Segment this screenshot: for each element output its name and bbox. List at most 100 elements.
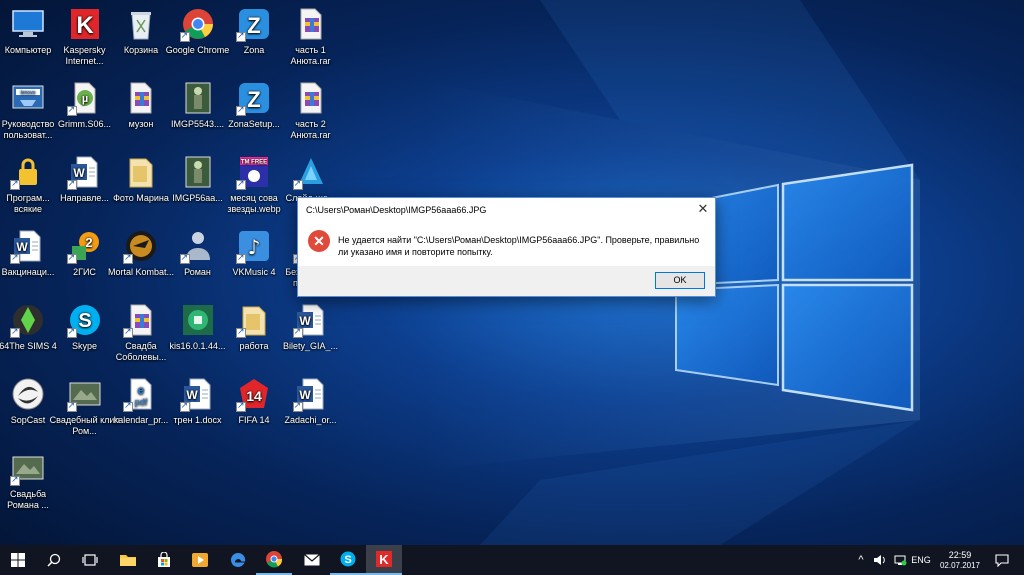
fifa-icon: 14 (236, 376, 272, 412)
search-button[interactable] (36, 545, 72, 575)
shortcut-arrow-icon (66, 252, 77, 264)
shortcut-arrow-icon (236, 252, 246, 264)
rar-archive-icon (123, 302, 159, 338)
desktop-icon[interactable]: часть 2 Анюта.rar (276, 76, 346, 150)
computer-icon (10, 6, 46, 42)
word-doc-icon: W (179, 376, 216, 412)
rar-archive-icon (123, 80, 159, 116)
svg-text:Z: Z (247, 87, 260, 112)
media-player-icon (192, 553, 208, 567)
svg-text:Z: Z (247, 13, 260, 38)
shortcut-arrow-icon (10, 474, 20, 486)
ok-button[interactable]: OK (655, 272, 705, 289)
svg-text:e: e (138, 383, 145, 397)
desktop-icon[interactable]: Свадьба Романа ... (0, 446, 63, 520)
file-explorer-icon (120, 555, 136, 566)
desktop-icon[interactable]: W Bilety_GIA_... (276, 298, 346, 372)
desktop-icon-label: Свадьба Романа ... (7, 489, 49, 510)
shortcut-arrow-icon (236, 104, 246, 116)
slideshow-icon (292, 154, 329, 190)
volume-button[interactable] (870, 545, 888, 575)
shortcut-arrow-icon (123, 252, 133, 264)
webp-image-icon: TM FREE (236, 154, 272, 190)
task-view-button[interactable] (72, 545, 108, 575)
word-doc-icon: W (292, 302, 329, 338)
svg-text:K: K (379, 552, 389, 567)
rar-archive-icon (293, 80, 329, 116)
taskbar-media-player[interactable] (182, 545, 218, 575)
desktop-icon[interactable]: W Zadachi_or... (276, 372, 346, 446)
desktop-icon[interactable]: часть 1 Анюта.rar (276, 2, 346, 76)
word-doc-icon: W (66, 154, 103, 190)
svg-text:pdf: pdf (135, 397, 148, 407)
close-icon[interactable]: ✕ (695, 201, 711, 217)
shortcut-arrow-icon (66, 400, 77, 412)
taskbar-edge[interactable] (220, 545, 256, 575)
svg-text:lenovo: lenovo (21, 90, 36, 96)
zona-icon: Z (236, 80, 272, 116)
utorrent-icon: µ (66, 80, 103, 116)
clock-date: 02.07.2017 (939, 560, 981, 570)
recycle-bin-icon (123, 6, 159, 42)
action-center-button[interactable] (990, 545, 1014, 575)
shortcut-arrow-icon (179, 400, 190, 412)
chevron-up-icon: ^ (858, 554, 864, 566)
clock-time: 22:59 (948, 549, 972, 560)
video-icon (66, 376, 103, 412)
vkmusic-icon: ♪ (236, 228, 272, 264)
shortcut-arrow-icon (292, 178, 303, 190)
notification-icon (995, 553, 1009, 567)
desktop-icon-label: часть 2 Анюта.rar (290, 119, 331, 140)
taskbar-store[interactable] (146, 545, 182, 575)
skype-icon: S (66, 302, 103, 338)
store-icon (158, 552, 170, 567)
sopcast-icon (10, 376, 46, 412)
shortcut-arrow-icon (10, 252, 20, 264)
windows-start-icon (11, 553, 25, 567)
shortcut-arrow-icon (10, 178, 20, 190)
shortcut-arrow-icon (66, 104, 77, 116)
svg-text:2: 2 (85, 235, 92, 250)
taskbar-skype[interactable]: S (330, 545, 366, 575)
shortcut-arrow-icon (236, 178, 246, 190)
start-button[interactable] (0, 545, 36, 575)
shortcut-arrow-icon (292, 326, 303, 338)
pdf-icon: e pdf (123, 376, 159, 412)
svg-text:K: K (76, 12, 94, 39)
shortcut-arrow-icon (292, 400, 303, 412)
edge-icon (230, 552, 246, 567)
shortcut-arrow-icon (123, 326, 133, 338)
network-button[interactable] (890, 545, 910, 575)
taskbar-chrome[interactable] (256, 545, 292, 575)
language-indicator[interactable]: ENG (910, 545, 932, 575)
word-doc-icon: W (10, 228, 46, 264)
shortcut-arrow-icon (66, 178, 77, 190)
rar-archive-icon (293, 6, 329, 42)
mortal-kombat-icon (123, 228, 159, 264)
zona-icon: Z (236, 6, 272, 42)
photo-icon (180, 80, 216, 116)
word-doc-icon: W (292, 376, 329, 412)
svg-text:TM FREE: TM FREE (241, 160, 267, 166)
taskbar-mail[interactable] (294, 545, 330, 575)
kaspersky-installer-icon (180, 302, 216, 338)
2gis-icon: 2 (66, 228, 103, 264)
show-hidden-icons-button[interactable]: ^ (852, 545, 870, 575)
shortcut-arrow-icon (179, 252, 190, 264)
shortcut-arrow-icon (179, 30, 190, 42)
dialog-title: C:\Users\Роман\Desktop\IMGP56aaa66.JPG (306, 205, 487, 215)
taskbar: S K ^ ENG 22:59 02.07.2017 (0, 545, 1024, 575)
task-view-icon (82, 554, 98, 566)
clock[interactable]: 22:59 02.07.2017 (936, 545, 984, 575)
dialog-footer: OK (298, 266, 715, 296)
sims-icon (10, 302, 46, 338)
chrome-icon (179, 6, 216, 42)
shortcut-arrow-icon (10, 326, 20, 338)
svg-text:14: 14 (246, 388, 262, 404)
svg-text:S: S (78, 310, 91, 332)
taskbar-file-explorer[interactable] (110, 545, 146, 575)
video-icon (10, 450, 46, 486)
kaspersky-icon: K (376, 551, 392, 567)
shortcut-arrow-icon (123, 400, 133, 412)
taskbar-kaspersky[interactable]: K (366, 545, 402, 575)
